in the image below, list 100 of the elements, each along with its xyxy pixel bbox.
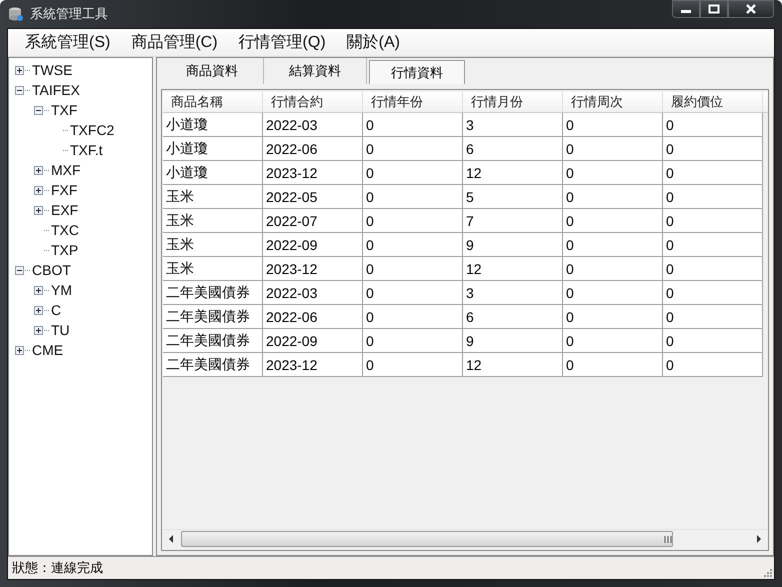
table-cell: 0	[663, 137, 763, 161]
table-cell: 12	[463, 161, 563, 185]
table-cell: 玉米	[163, 185, 263, 209]
tree-item[interactable]: C	[51, 302, 62, 318]
table-cell: 0	[563, 161, 663, 185]
table-cell: 0	[563, 305, 663, 329]
tree-item[interactable]: TXF.t	[70, 142, 103, 158]
menu-item[interactable]: 商品管理(C)	[123, 32, 226, 53]
table-cell: 2023-12	[263, 257, 363, 281]
resize-grip-icon[interactable]	[762, 567, 772, 577]
column-header[interactable]: 商品名稱	[163, 92, 263, 112]
table-cell: 0	[663, 185, 763, 209]
table-cell: 二年美國債券	[163, 305, 263, 329]
table-cell: 小道瓊	[163, 113, 263, 137]
tree-item[interactable]: EXF	[51, 202, 78, 218]
table-cell: 0	[363, 353, 463, 377]
tree-item[interactable]: CBOT	[32, 262, 71, 278]
column-header[interactable]: 行情月份	[463, 92, 563, 112]
tree-item[interactable]: TXFC2	[70, 122, 114, 138]
menu-item[interactable]: 行情管理(Q)	[230, 32, 334, 53]
table-cell: 0	[563, 257, 663, 281]
table-cell: 0	[663, 233, 763, 257]
table-cell: 0	[663, 257, 763, 281]
menu-item[interactable]: 系統管理(S)	[17, 32, 118, 53]
database-icon	[8, 6, 24, 22]
expander-icon[interactable]	[34, 166, 43, 174]
table-cell: 玉米	[163, 257, 263, 281]
close-button[interactable]	[728, 0, 774, 18]
expander-icon[interactable]	[34, 326, 43, 334]
tree-item[interactable]: CME	[32, 342, 64, 358]
expander-icon[interactable]	[15, 346, 24, 354]
tree-item[interactable]: TWSE	[32, 62, 72, 78]
expander-icon[interactable]	[34, 106, 43, 114]
table-cell: 0	[563, 281, 663, 305]
tree-item[interactable]: MXF	[51, 162, 81, 178]
table-cell: 二年美國債券	[163, 281, 263, 305]
tree-item[interactable]: TXC	[51, 222, 79, 238]
tree-item[interactable]: TXP	[51, 242, 78, 258]
tree-item[interactable]: YM	[51, 282, 72, 298]
table-cell: 0	[663, 281, 763, 305]
table-cell: 0	[363, 185, 463, 209]
scroll-left-icon[interactable]	[167, 534, 175, 544]
horizontal-scrollbar[interactable]	[162, 529, 768, 548]
scroll-thumb[interactable]	[181, 531, 673, 547]
tree-item[interactable]: FXF	[51, 182, 78, 198]
table-cell: 7	[463, 209, 563, 233]
table-cell: 0	[563, 209, 663, 233]
table-cell: 3	[463, 281, 563, 305]
table-cell: 0	[363, 233, 463, 257]
table-cell: 0	[363, 305, 463, 329]
table-cell: 0	[663, 353, 763, 377]
maximize-button[interactable]	[700, 0, 728, 18]
expander-icon[interactable]	[34, 186, 43, 194]
column-header[interactable]: 行情合約	[263, 92, 363, 112]
table-cell: 0	[563, 353, 663, 377]
tab[interactable]: 行情資料	[369, 60, 465, 84]
expander-icon[interactable]	[15, 266, 24, 274]
tree-item[interactable]: TAIFEX	[32, 82, 80, 98]
table-cell: 0	[663, 329, 763, 353]
table-cell: 2022-05	[263, 185, 363, 209]
expander-icon[interactable]	[34, 206, 43, 214]
column-header[interactable]: 行情年份	[363, 92, 463, 112]
column-header[interactable]: 行情周次	[563, 92, 663, 112]
menu-item[interactable]: 關於(A)	[338, 32, 408, 53]
table-cell: 0	[563, 113, 663, 137]
table-cell: 12	[463, 353, 563, 377]
expander-icon[interactable]	[15, 66, 24, 74]
table-cell: 0	[663, 113, 763, 137]
table-cell: 0	[663, 161, 763, 185]
table-cell: 2022-09	[263, 233, 363, 257]
tree-item[interactable]: TXF	[51, 102, 78, 118]
table-cell: 2022-06	[263, 305, 363, 329]
minimize-button[interactable]	[672, 0, 700, 18]
expander-icon[interactable]	[34, 306, 43, 314]
table-cell: 0	[363, 161, 463, 185]
column-header[interactable]: 履約價位	[663, 92, 763, 112]
table-cell: 2023-12	[263, 353, 363, 377]
window-title: 系統管理工具	[30, 5, 108, 23]
table-cell: 0	[363, 113, 463, 137]
table-cell: 二年美國債券	[163, 353, 263, 377]
table-cell: 12	[463, 257, 563, 281]
tree-item[interactable]: TU	[51, 322, 70, 338]
table-cell: 小道瓊	[163, 161, 263, 185]
scroll-right-icon[interactable]	[755, 534, 763, 544]
table-cell: 6	[463, 305, 563, 329]
table-cell: 2022-03	[263, 281, 363, 305]
expander-icon[interactable]	[15, 86, 24, 94]
table-cell: 5	[463, 185, 563, 209]
close-icon	[745, 4, 757, 14]
table-cell: 0	[563, 185, 663, 209]
table-cell: 玉米	[163, 233, 263, 257]
table-cell: 0	[563, 233, 663, 257]
table-cell: 小道瓊	[163, 137, 263, 161]
maximize-icon	[708, 4, 720, 14]
table-cell: 0	[363, 137, 463, 161]
table-cell: 0	[663, 305, 763, 329]
table-cell: 0	[663, 209, 763, 233]
table-cell: 2022-09	[263, 329, 363, 353]
expander-icon[interactable]	[34, 286, 43, 294]
table-cell: 9	[463, 233, 563, 257]
